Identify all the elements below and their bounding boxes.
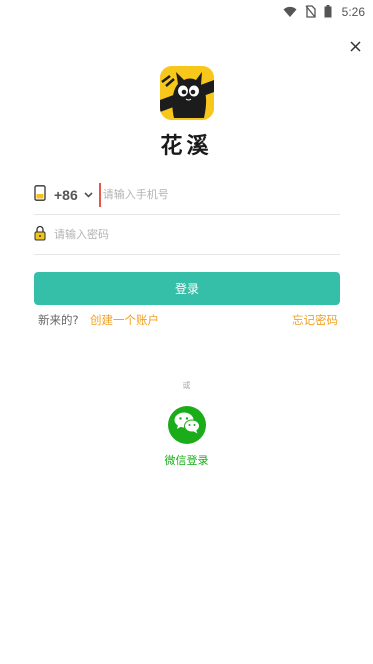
login-button[interactable]: 登录 (34, 272, 340, 305)
wifi-icon (283, 3, 297, 22)
status-bar: 5:26 (0, 0, 373, 24)
close-icon (349, 37, 361, 56)
country-code[interactable]: +86 (54, 187, 78, 203)
password-field (34, 215, 340, 255)
phone-input[interactable] (98, 182, 340, 207)
close-button[interactable] (345, 36, 365, 56)
app-logo (160, 66, 214, 120)
phone-icon (34, 184, 46, 205)
status-icons: 5:26 (283, 4, 365, 20)
phone-field: +86 (34, 175, 340, 215)
password-input[interactable] (54, 222, 340, 247)
lock-icon (34, 225, 46, 245)
create-account-link[interactable]: 创建一个账户 (90, 312, 159, 328)
wechat-login-button[interactable] (168, 406, 206, 444)
or-divider: 或 (182, 381, 191, 390)
wechat-login-label[interactable]: 微信登录 (0, 452, 373, 468)
new-user-label: 新来的? (38, 313, 79, 327)
forgot-password-link[interactable]: 忘记密码 (292, 312, 338, 328)
wechat-icon (173, 411, 201, 439)
battery-icon (324, 3, 332, 22)
no-sim-icon (305, 3, 316, 22)
account-links: 新来的? 创建一个账户 忘记密码 (38, 312, 338, 330)
brand-name: 花溪 (160, 133, 213, 159)
status-time: 5:26 (341, 5, 365, 19)
chevron-down-icon[interactable] (84, 191, 93, 198)
